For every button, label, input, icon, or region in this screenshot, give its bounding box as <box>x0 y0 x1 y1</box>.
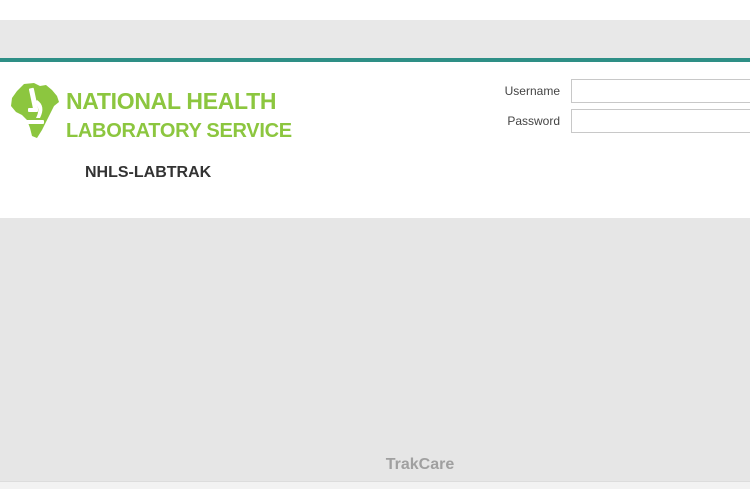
login-panel: NATIONAL HEALTH LABORATORY SERVICE NHLS-… <box>0 62 750 218</box>
username-label: Username <box>504 84 560 98</box>
password-label: Password <box>507 114 560 128</box>
username-input[interactable] <box>571 79 750 103</box>
login-page: NATIONAL HEALTH LABORATORY SERVICE NHLS-… <box>0 0 750 489</box>
org-name-line2: LABORATORY SERVICE <box>66 120 292 142</box>
password-input[interactable] <box>571 109 750 133</box>
top-band <box>0 20 750 58</box>
bottom-strip <box>0 481 750 489</box>
footer-brand: TrakCare <box>385 456 455 473</box>
africa-microscope-logo-icon <box>11 83 59 138</box>
org-name-line1: NATIONAL HEALTH <box>66 88 277 114</box>
content-area <box>0 218 750 481</box>
system-name: NHLS-LABTRAK <box>85 164 212 181</box>
